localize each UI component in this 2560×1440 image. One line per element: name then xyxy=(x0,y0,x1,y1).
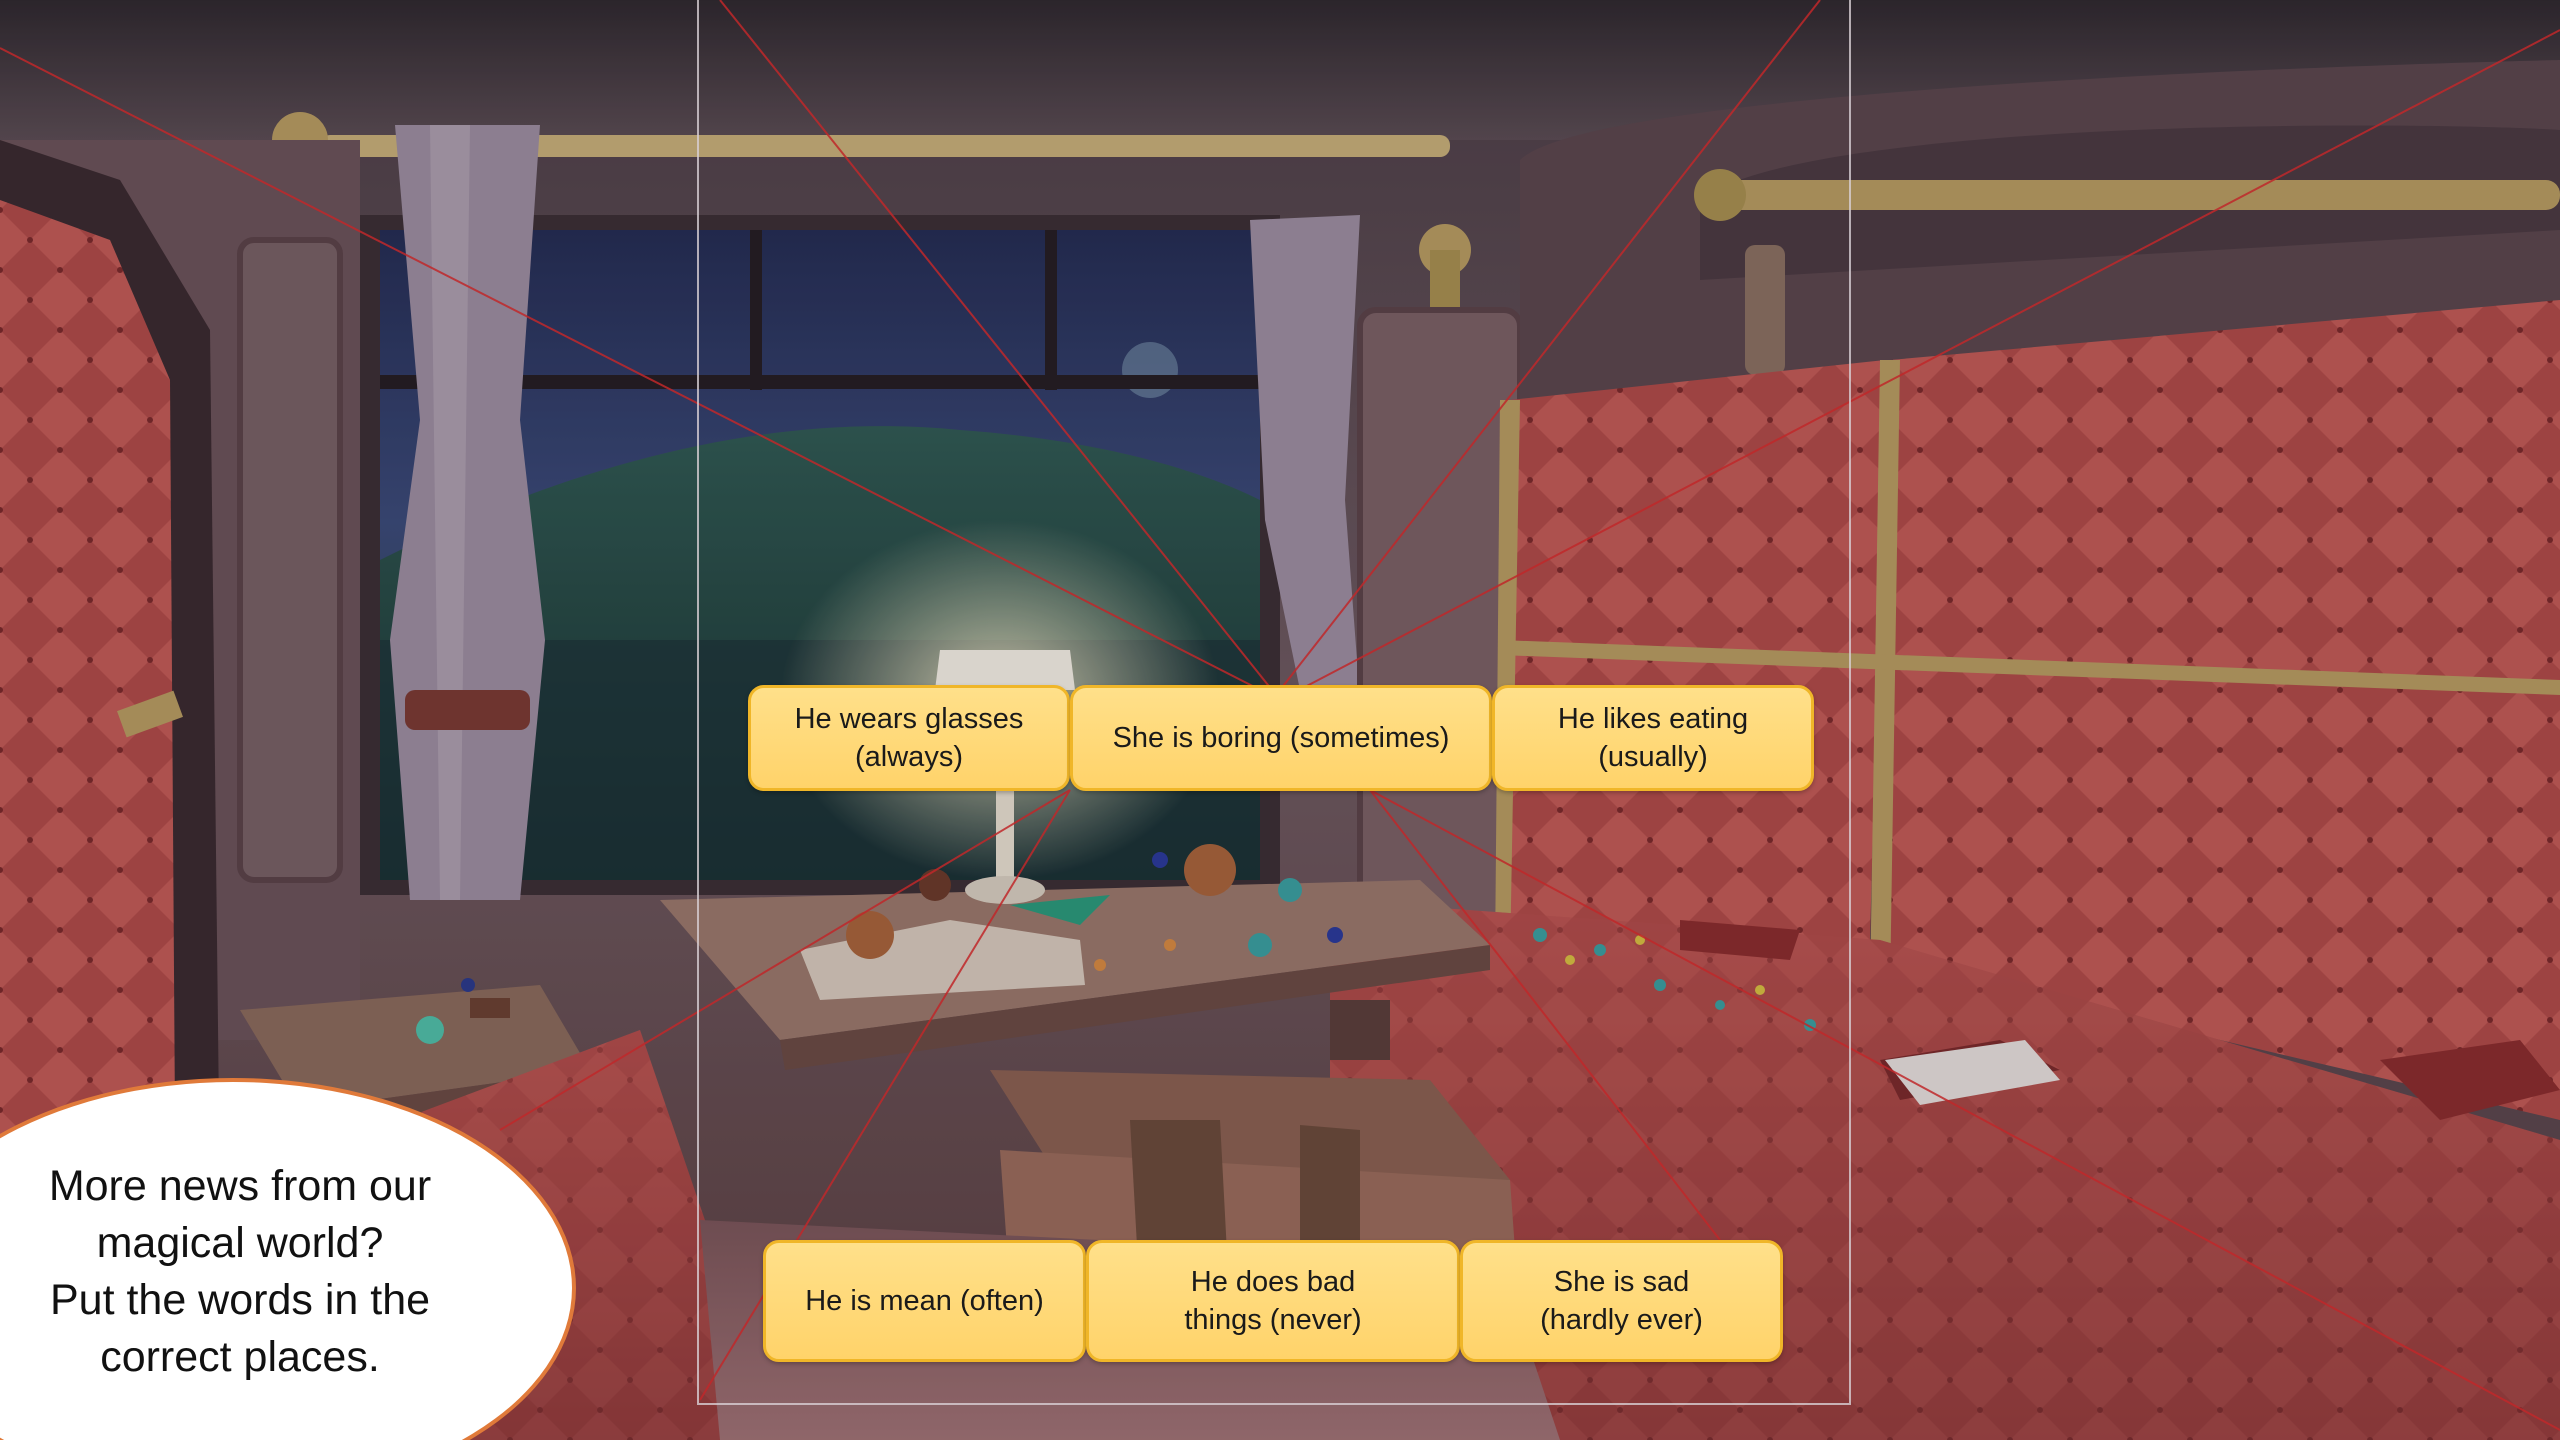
tile-text-line2: (always) xyxy=(855,741,963,773)
word-tile-eating[interactable]: He likes eating (usually) xyxy=(1492,685,1814,791)
instruction-line-1: More news from our xyxy=(48,1162,432,1210)
tile-text-line1: He does bad xyxy=(1190,1266,1356,1298)
word-tile-glasses[interactable]: He wears glasses (always) xyxy=(748,685,1070,791)
tile-text-line1: He is mean (often) xyxy=(805,1285,1044,1317)
word-tile-boring[interactable]: She is boring (sometimes) xyxy=(1070,685,1492,791)
slide-canvas: He wears glasses (always) She is boring … xyxy=(0,0,2560,1440)
word-tile-mean[interactable]: He is mean (often) xyxy=(763,1240,1086,1362)
tile-text-line2: things (never) xyxy=(1184,1304,1362,1336)
tile-text-line1: She is sad xyxy=(1553,1266,1690,1298)
word-tile-sad[interactable]: She is sad (hardly ever) xyxy=(1460,1240,1783,1362)
tile-text-line1: He wears glasses xyxy=(794,703,1024,735)
tile-text-line2: (hardly ever) xyxy=(1540,1304,1703,1336)
tile-text-line2: (usually) xyxy=(1598,741,1708,773)
instruction-line-2: magical world? xyxy=(96,1219,384,1267)
tile-text-line1: She is boring (sometimes) xyxy=(1112,722,1450,754)
tile-text-line1: He likes eating xyxy=(1557,703,1749,735)
instruction-text: More news from our magical world? Put th… xyxy=(0,1158,480,1386)
word-tile-bad-things[interactable]: He does bad things (never) xyxy=(1086,1240,1460,1362)
instruction-line-4: correct places. xyxy=(100,1333,380,1381)
instruction-line-3: Put the words in the xyxy=(49,1276,431,1324)
